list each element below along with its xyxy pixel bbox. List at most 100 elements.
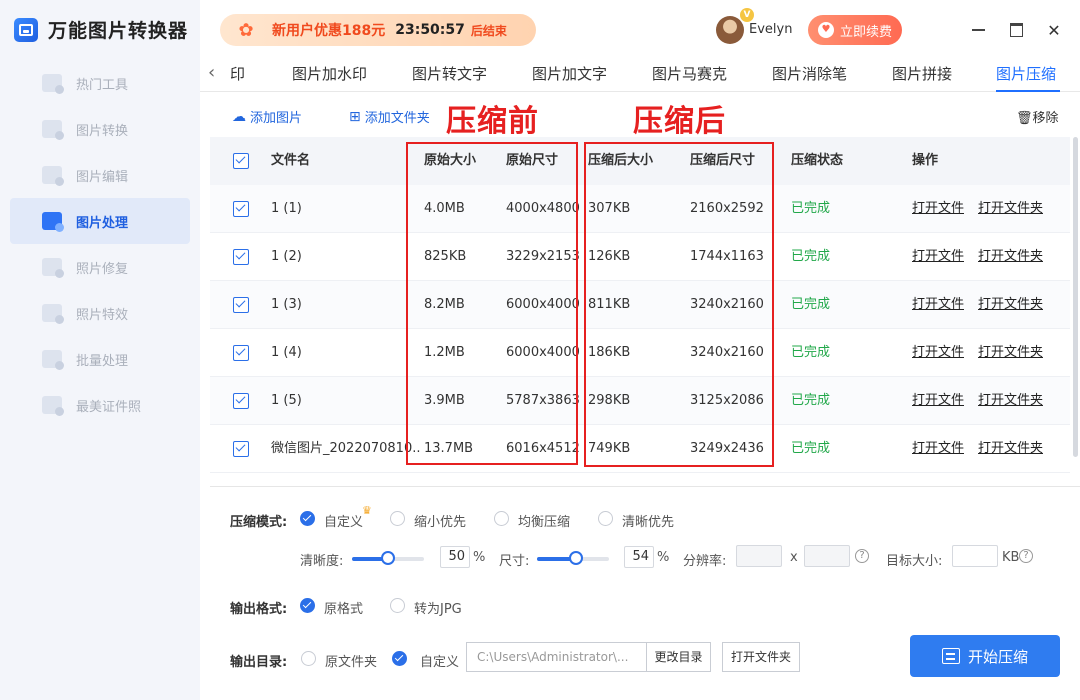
- remove-label: 移除: [1032, 111, 1059, 126]
- format-jpg-radio[interactable]: [390, 598, 405, 613]
- mode-clarity-label[interactable]: 清晰优先: [622, 511, 674, 530]
- clarity-slider-knob[interactable]: [381, 551, 395, 565]
- tab-stitch[interactable]: 图片拼接: [892, 63, 952, 84]
- promo-banner[interactable]: ✿ 新用户优惠188元 23:50:57 后结束: [220, 14, 536, 46]
- tab-scroll-left-icon[interactable]: ‹: [208, 62, 215, 83]
- sidebar-item-image-edit[interactable]: 图片编辑: [10, 152, 190, 198]
- row-checkbox[interactable]: [233, 201, 249, 217]
- clarity-input[interactable]: 50: [440, 546, 470, 568]
- resolution-x: x: [790, 550, 798, 565]
- open-file-link[interactable]: 打开文件: [912, 377, 964, 425]
- mode-balanced-radio[interactable]: [494, 511, 509, 526]
- sidebar-item-hot-tools[interactable]: 热门工具: [10, 60, 190, 106]
- open-folder-link[interactable]: 打开文件夹: [978, 281, 1043, 329]
- vip-crown-icon: ♛: [362, 504, 372, 517]
- dir-custom-radio[interactable]: [392, 651, 407, 666]
- annotation-after: 压缩后: [633, 104, 726, 139]
- output-path-input[interactable]: C:\Users\Administrator\...: [466, 642, 646, 672]
- dir-original-radio[interactable]: [301, 651, 316, 666]
- renew-label: 立即续费: [839, 24, 892, 40]
- row-checkbox[interactable]: [233, 345, 249, 361]
- mode-balanced-label[interactable]: 均衡压缩: [518, 511, 570, 530]
- output-dir-label: 输出目录:: [230, 655, 288, 670]
- sidebar-item-label: 图片编辑: [76, 169, 129, 185]
- id-photo-icon: [42, 396, 64, 416]
- settings-divider: [210, 486, 1080, 487]
- sidebar-item-label: 图片处理: [76, 215, 129, 231]
- promo-end-text: 后结束: [470, 23, 507, 38]
- target-size-help-icon[interactable]: ?: [1019, 549, 1033, 563]
- size-input[interactable]: 54: [624, 546, 654, 568]
- maximize-button[interactable]: [1004, 18, 1028, 42]
- tab-compress[interactable]: 图片压缩: [996, 63, 1056, 84]
- tab-add-text[interactable]: 图片加文字: [532, 63, 607, 84]
- output-format-label: 输出格式:: [230, 602, 288, 617]
- tab-mosaic[interactable]: 图片马赛克: [652, 63, 727, 84]
- row-checkbox[interactable]: [233, 441, 249, 457]
- tab-watermark-partial[interactable]: 印: [230, 63, 245, 84]
- target-size-input[interactable]: [952, 545, 998, 567]
- mode-custom-label[interactable]: 自定义: [324, 511, 363, 530]
- open-folder-link[interactable]: 打开文件夹: [978, 377, 1043, 425]
- mode-small-label[interactable]: 缩小优先: [414, 511, 466, 530]
- open-folder-link[interactable]: 打开文件夹: [978, 185, 1043, 233]
- open-output-folder-button[interactable]: 打开文件夹: [722, 642, 800, 672]
- open-folder-link[interactable]: 打开文件夹: [978, 329, 1043, 377]
- table-scrollbar[interactable]: [1073, 137, 1078, 457]
- format-jpg-label[interactable]: 转为JPG: [414, 598, 462, 617]
- cell-status: 已完成: [791, 249, 831, 264]
- avatar[interactable]: [716, 16, 744, 44]
- format-original-label[interactable]: 原格式: [324, 598, 363, 617]
- sidebar-item-image-convert[interactable]: 图片转换: [10, 106, 190, 152]
- heart-icon: ♥: [817, 22, 834, 38]
- add-folder-button[interactable]: ⊞ 添加文件夹: [349, 107, 430, 127]
- open-file-link[interactable]: 打开文件: [912, 185, 964, 233]
- sidebar-item-photo-repair[interactable]: 照片修复: [10, 244, 190, 290]
- sidebar-item-label: 批量处理: [76, 353, 129, 369]
- compress-mode-label: 压缩模式:: [230, 515, 288, 530]
- row-checkbox[interactable]: [233, 249, 249, 265]
- add-image-icon: ☁: [232, 108, 246, 125]
- renew-button[interactable]: ♥ 立即续费: [808, 15, 902, 45]
- resolution-width-input[interactable]: [736, 545, 782, 567]
- start-compress-button[interactable]: 开始压缩: [910, 635, 1060, 677]
- mode-custom-radio[interactable]: [300, 511, 315, 526]
- sidebar-item-batch-process[interactable]: 批量处理: [10, 336, 190, 382]
- size-percent: %: [657, 550, 670, 565]
- sidebar-item-id-photo[interactable]: 最美证件照: [10, 382, 190, 428]
- open-folder-link[interactable]: 打开文件夹: [978, 425, 1043, 473]
- tab-image-to-text[interactable]: 图片转文字: [412, 63, 487, 84]
- select-all-checkbox[interactable]: [233, 153, 249, 169]
- clarity-slider[interactable]: [352, 551, 424, 565]
- dir-custom-label[interactable]: 自定义: [420, 651, 459, 670]
- tab-add-watermark[interactable]: 图片加水印: [292, 63, 367, 84]
- resolution-help-icon[interactable]: ?: [855, 549, 869, 563]
- close-button[interactable]: ✕: [1042, 18, 1066, 42]
- target-size-label: 目标大小:: [886, 554, 943, 569]
- dir-original-label[interactable]: 原文件夹: [325, 651, 377, 670]
- open-file-link[interactable]: 打开文件: [912, 281, 964, 329]
- mode-small-radio[interactable]: [390, 511, 405, 526]
- size-slider[interactable]: [537, 551, 609, 565]
- remove-button[interactable]: 🗑移除: [1016, 107, 1059, 126]
- open-file-link[interactable]: 打开文件: [912, 329, 964, 377]
- add-image-button[interactable]: ☁ 添加图片: [232, 107, 302, 127]
- open-folder-link[interactable]: 打开文件夹: [978, 233, 1043, 281]
- tab-eraser[interactable]: 图片消除笔: [772, 63, 847, 84]
- change-dir-button[interactable]: 更改目录: [646, 642, 711, 672]
- sidebar-item-image-process[interactable]: 图片处理: [10, 198, 190, 244]
- header-ops: 操作: [912, 153, 939, 168]
- format-original-radio[interactable]: [300, 598, 315, 613]
- row-checkbox[interactable]: [233, 393, 249, 409]
- header-file-name: 文件名: [271, 153, 311, 168]
- mode-clarity-radio[interactable]: [598, 511, 613, 526]
- open-file-link[interactable]: 打开文件: [912, 233, 964, 281]
- size-slider-knob[interactable]: [568, 551, 583, 565]
- resolution-height-input[interactable]: [804, 545, 850, 567]
- username[interactable]: Evelyn: [749, 22, 792, 37]
- open-file-link[interactable]: 打开文件: [912, 425, 964, 473]
- cell-file-name: 微信图片_2022070810...: [271, 441, 421, 456]
- row-checkbox[interactable]: [233, 297, 249, 313]
- minimize-button[interactable]: [966, 18, 990, 42]
- sidebar-item-photo-effects[interactable]: 照片特效: [10, 290, 190, 336]
